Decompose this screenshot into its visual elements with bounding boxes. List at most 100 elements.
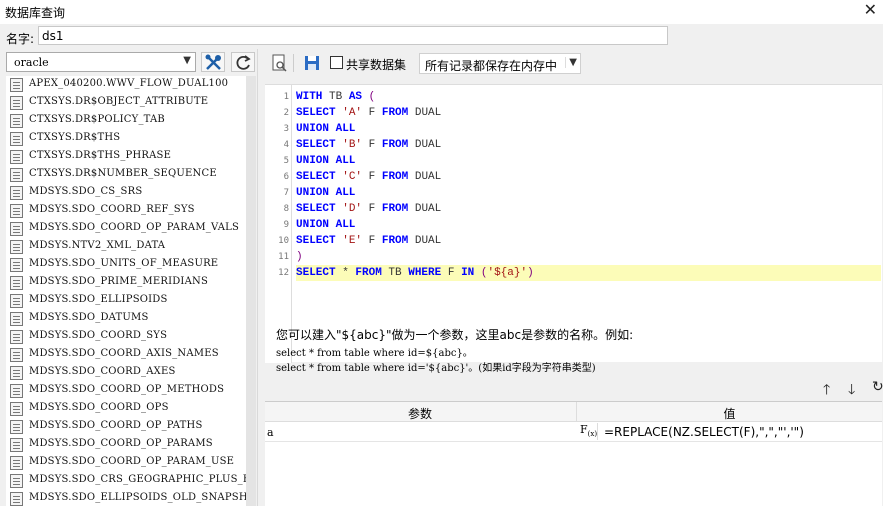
table-icon (10, 474, 23, 488)
formula-button[interactable]: F(x) (578, 423, 598, 440)
code-line[interactable]: UNION ALL (296, 185, 881, 201)
code-line[interactable]: SELECT * FROM TB WHERE F IN ('${a}') (296, 265, 881, 281)
refresh-params-icon[interactable]: ↻ (872, 379, 883, 395)
list-item[interactable]: CTXSYS.DR$OBJECT_ATTRIBUTE (6, 94, 246, 112)
table-name: MDSYS.NTV2_XML_DATA (29, 240, 166, 251)
code-token: TB (322, 91, 349, 103)
memory-mode-select[interactable]: 所有记录都保存在内存中 ▼ (419, 53, 581, 74)
table-name: CTXSYS.DR$OBJECT_ATTRIBUTE (29, 96, 209, 107)
param-name-cell[interactable]: a (267, 426, 274, 439)
list-item[interactable]: MDSYS.SDO_UNITS_OF_MEASURE (6, 256, 246, 274)
list-item[interactable]: CTXSYS.DR$THS (6, 130, 246, 148)
list-item[interactable]: MDSYS.SDO_COORD_OP_PARAM_VALS (6, 220, 246, 238)
code-token: FROM (381, 171, 409, 183)
list-item[interactable]: APEX_040200.WWV_FLOW_DUAL100 (6, 76, 246, 94)
list-item[interactable]: MDSYS.SDO_COORD_AXIS_NAMES (6, 346, 246, 364)
refresh-button[interactable] (231, 52, 255, 72)
memory-mode-value: 所有记录都保存在内存中 (425, 59, 558, 73)
table-list[interactable]: APEX_040200.WWV_FLOW_DUAL100 CTXSYS.DR$OB… (6, 76, 246, 506)
move-down-icon[interactable]: 🡓 (848, 379, 855, 403)
table-name: MDSYS.SDO_COORD_AXIS_NAMES (29, 348, 219, 359)
table-name: MDSYS.SDO_COORD_OPS (29, 402, 169, 413)
table-icon (10, 294, 23, 308)
chevron-down-icon: ▼ (565, 57, 577, 68)
code-token: SELECT (296, 235, 336, 247)
table-name: MDSYS.SDO_ELLIPSOIDS (29, 294, 168, 305)
table-name: MDSYS.SDO_COORD_OP_PARAM_USE (29, 456, 235, 467)
tools-button[interactable] (201, 52, 225, 72)
table-icon (10, 204, 23, 218)
code-token: WHERE (408, 267, 442, 279)
code-token: DUAL (408, 107, 442, 119)
list-item[interactable]: MDSYS.NTV2_XML_DATA (6, 238, 246, 256)
table-icon (10, 114, 23, 128)
code-token: FROM (355, 267, 382, 279)
code-token: ) (296, 251, 303, 263)
table-name: MDSYS.SDO_COORD_REF_SYS (29, 204, 195, 215)
table-name: MDSYS.SDO_COORD_AXES (29, 366, 176, 377)
code-line[interactable]: SELECT 'E' F FROM DUAL (296, 233, 881, 249)
table-name: MDSYS.SDO_CS_SRS (29, 186, 143, 197)
code-token: F (362, 139, 382, 151)
formula-icon-label: F (580, 423, 588, 436)
code-line[interactable]: UNION ALL (296, 121, 881, 137)
code-token: TB (381, 267, 409, 279)
toolbar-separator (293, 54, 294, 72)
code-line[interactable]: SELECT 'C' F FROM DUAL (296, 169, 881, 185)
hint-line-2: select * from table where id=${abc}。 (276, 348, 473, 359)
table-row[interactable]: a F(x) =REPLACE(NZ.SELECT(F),",","','") (265, 422, 882, 442)
preview-icon[interactable] (270, 54, 288, 72)
list-item[interactable]: MDSYS.SDO_PRIME_MERIDIANS (6, 274, 246, 292)
code-line[interactable]: UNION ALL (296, 217, 881, 233)
code-line[interactable]: UNION ALL (296, 153, 881, 169)
code-token: WITH (296, 91, 323, 103)
code-token: DUAL (408, 203, 442, 215)
code-token: SELECT (296, 203, 336, 215)
list-item[interactable]: CTXSYS.DR$NUMBER_SEQUENCE (6, 166, 246, 184)
database-select[interactable]: oracle ▼ (6, 52, 196, 72)
panel-divider[interactable] (257, 49, 258, 506)
move-up-icon[interactable]: 🡑 (823, 379, 830, 403)
code-token: FROM (381, 139, 409, 151)
column-header-value: 值 (723, 407, 736, 421)
table-name: MDSYS.SDO_ELLIPSOIDS_OLD_SNAPSHOT (29, 492, 246, 503)
code-token: F (362, 203, 382, 215)
list-item[interactable]: MDSYS.SDO_COORD_OP_METHODS (6, 382, 246, 400)
line-number: 11 (278, 252, 289, 262)
share-dataset-checkbox[interactable] (330, 56, 343, 69)
list-item[interactable]: MDSYS.SDO_DATUMS (6, 310, 246, 328)
code-token: UNION ALL (296, 187, 356, 199)
table-icon (10, 402, 23, 416)
code-line[interactable]: WITH TB AS ( (296, 89, 881, 105)
name-input[interactable] (38, 26, 668, 45)
table-icon (10, 384, 23, 398)
window-title: 数据库查询 (5, 6, 66, 20)
table-icon (10, 366, 23, 380)
code-line[interactable]: SELECT 'B' F FROM DUAL (296, 137, 881, 153)
list-item[interactable]: MDSYS.SDO_COORD_OP_PATHS (6, 418, 246, 436)
list-item[interactable]: CTXSYS.DR$POLICY_TAB (6, 112, 246, 130)
param-value-cell[interactable]: =REPLACE(NZ.SELECT(F),",","','") (604, 425, 804, 439)
line-number: 6 (283, 172, 289, 182)
code-token: F (441, 267, 462, 279)
list-item[interactable]: MDSYS.SDO_COORD_OPS (6, 400, 246, 418)
save-icon[interactable] (303, 54, 321, 72)
parameter-table-header: 参数 值 (265, 402, 882, 422)
table-list-scrollbar[interactable] (246, 76, 256, 506)
code-line[interactable]: SELECT 'A' F FROM DUAL (296, 105, 881, 121)
list-item[interactable]: MDSYS.SDO_CS_SRS (6, 184, 246, 202)
list-item[interactable]: MDSYS.SDO_COORD_REF_SYS (6, 202, 246, 220)
list-item[interactable]: MDSYS.SDO_ELLIPSOIDS (6, 292, 246, 310)
code-line[interactable]: ) (296, 249, 881, 265)
list-item[interactable]: MDSYS.SDO_COORD_OP_PARAMS (6, 436, 246, 454)
code-line[interactable]: SELECT 'D' F FROM DUAL (296, 201, 881, 217)
list-item[interactable]: CTXSYS.DR$THS_PHRASE (6, 148, 246, 166)
list-item[interactable]: MDSYS.SDO_CRS_GEOGRAPHIC_PLUS_HEIGHT (6, 472, 246, 490)
formula-icon-sub: (x) (587, 430, 598, 439)
list-item[interactable]: MDSYS.SDO_COORD_AXES (6, 364, 246, 382)
list-item[interactable]: MDSYS.SDO_COORD_OP_PARAM_USE (6, 454, 246, 472)
close-icon[interactable]: ✕ (864, 1, 877, 19)
list-item[interactable]: MDSYS.SDO_COORD_SYS (6, 328, 246, 346)
code-token: DUAL (408, 235, 442, 247)
list-item[interactable]: MDSYS.SDO_ELLIPSOIDS_OLD_SNAPSHOT (6, 490, 246, 506)
